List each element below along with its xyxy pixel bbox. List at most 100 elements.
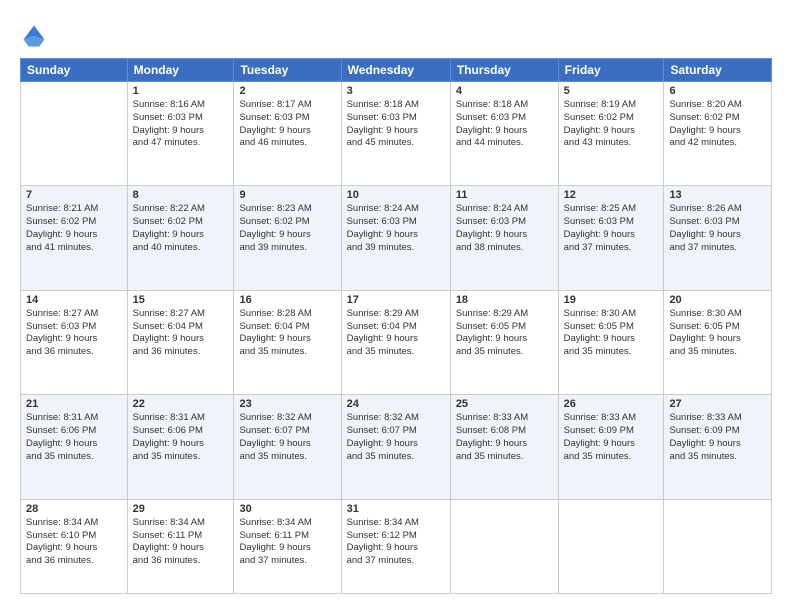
weekday-header-tuesday: Tuesday [234, 59, 341, 82]
cell-info: Sunrise: 8:32 AMSunset: 6:07 PMDaylight:… [239, 412, 335, 463]
day-number: 16 [239, 294, 335, 306]
day-number: 15 [133, 294, 229, 306]
cell-info: Sunrise: 8:33 AMSunset: 6:09 PMDaylight:… [564, 412, 659, 463]
day-number: 29 [133, 503, 229, 515]
day-number: 1 [133, 85, 229, 97]
calendar-cell: 14 Sunrise: 8:27 AMSunset: 6:03 PMDayligh… [21, 290, 128, 394]
day-number: 24 [347, 398, 445, 410]
calendar-cell: 21 Sunrise: 8:31 AMSunset: 6:06 PMDayligh… [21, 395, 128, 499]
day-number: 17 [347, 294, 445, 306]
day-number: 12 [564, 189, 659, 201]
cell-info: Sunrise: 8:31 AMSunset: 6:06 PMDaylight:… [133, 412, 229, 463]
calendar-cell: 11 Sunrise: 8:24 AMSunset: 6:03 PMDayligh… [450, 186, 558, 290]
day-number: 18 [456, 294, 553, 306]
weekday-header-wednesday: Wednesday [341, 59, 450, 82]
cell-info: Sunrise: 8:33 AMSunset: 6:09 PMDaylight:… [669, 412, 766, 463]
cell-info: Sunrise: 8:31 AMSunset: 6:06 PMDaylight:… [26, 412, 122, 463]
day-number: 10 [347, 189, 445, 201]
cell-info: Sunrise: 8:18 AMSunset: 6:03 PMDaylight:… [347, 99, 445, 150]
day-number: 7 [26, 189, 122, 201]
calendar-cell [558, 499, 664, 593]
calendar-cell: 5Sunrise: 8:19 AMSunset: 6:02 PMDaylight… [558, 82, 664, 186]
calendar-cell: 1 Sunrise: 8:16 AMSunset: 6:03 PMDaylight… [127, 82, 234, 186]
cell-info: Sunrise: 8:17 AMSunset: 6:03 PMDaylight:… [239, 99, 335, 150]
logo [20, 22, 52, 50]
calendar-page: SundayMondayTuesdayWednesdayThursdayFrid… [0, 0, 792, 612]
calendar-cell [21, 82, 128, 186]
calendar-cell: 17 Sunrise: 8:29 AMSunset: 6:04 PMDayligh… [341, 290, 450, 394]
calendar-cell: 18 Sunrise: 8:29 AMSunset: 6:05 PMDayligh… [450, 290, 558, 394]
cell-info: Sunrise: 8:20 AMSunset: 6:02 PMDaylight:… [669, 99, 766, 150]
day-number: 19 [564, 294, 659, 306]
calendar-cell: 7Sunrise: 8:21 AMSunset: 6:02 PMDaylight… [21, 186, 128, 290]
cell-info: Sunrise: 8:19 AMSunset: 6:02 PMDaylight:… [564, 99, 659, 150]
calendar-cell: 25 Sunrise: 8:33 AMSunset: 6:08 PMDayligh… [450, 395, 558, 499]
cell-info: Sunrise: 8:22 AMSunset: 6:02 PMDaylight:… [133, 203, 229, 254]
calendar-cell: 27 Sunrise: 8:33 AMSunset: 6:09 PMDayligh… [664, 395, 772, 499]
cell-info: Sunrise: 8:32 AMSunset: 6:07 PMDaylight:… [347, 412, 445, 463]
day-number: 9 [239, 189, 335, 201]
day-number: 22 [133, 398, 229, 410]
day-number: 14 [26, 294, 122, 306]
cell-info: Sunrise: 8:16 AMSunset: 6:03 PMDaylight:… [133, 99, 229, 150]
logo-icon [20, 22, 48, 50]
calendar-table: SundayMondayTuesdayWednesdayThursdayFrid… [20, 58, 772, 594]
cell-info: Sunrise: 8:29 AMSunset: 6:05 PMDaylight:… [456, 308, 553, 359]
calendar-cell: 8 Sunrise: 8:22 AMSunset: 6:02 PMDaylight… [127, 186, 234, 290]
cell-info: Sunrise: 8:29 AMSunset: 6:04 PMDaylight:… [347, 308, 445, 359]
day-number: 4 [456, 85, 553, 97]
calendar-cell: 9 Sunrise: 8:23 AMSunset: 6:02 PMDaylight… [234, 186, 341, 290]
cell-info: Sunrise: 8:24 AMSunset: 6:03 PMDaylight:… [456, 203, 553, 254]
cell-info: Sunrise: 8:33 AMSunset: 6:08 PMDaylight:… [456, 412, 553, 463]
cell-info: Sunrise: 8:30 AMSunset: 6:05 PMDaylight:… [669, 308, 766, 359]
day-number: 28 [26, 503, 122, 515]
cell-info: Sunrise: 8:34 AMSunset: 6:12 PMDaylight:… [347, 517, 445, 568]
calendar-cell [450, 499, 558, 593]
day-number: 6 [669, 85, 766, 97]
day-number: 25 [456, 398, 553, 410]
cell-info: Sunrise: 8:24 AMSunset: 6:03 PMDaylight:… [347, 203, 445, 254]
weekday-header-sunday: Sunday [21, 59, 128, 82]
day-number: 20 [669, 294, 766, 306]
day-number: 27 [669, 398, 766, 410]
day-number: 2 [239, 85, 335, 97]
calendar-cell: 15 Sunrise: 8:27 AMSunset: 6:04 PMDayligh… [127, 290, 234, 394]
cell-info: Sunrise: 8:34 AMSunset: 6:11 PMDaylight:… [239, 517, 335, 568]
day-number: 31 [347, 503, 445, 515]
day-number: 3 [347, 85, 445, 97]
day-number: 8 [133, 189, 229, 201]
weekday-header-friday: Friday [558, 59, 664, 82]
day-number: 13 [669, 189, 766, 201]
cell-info: Sunrise: 8:27 AMSunset: 6:04 PMDaylight:… [133, 308, 229, 359]
calendar-week-row: 1 Sunrise: 8:16 AMSunset: 6:03 PMDaylight… [21, 82, 772, 186]
cell-info: Sunrise: 8:26 AMSunset: 6:03 PMDaylight:… [669, 203, 766, 254]
day-number: 23 [239, 398, 335, 410]
calendar-cell: 30 Sunrise: 8:34 AMSunset: 6:11 PMDayligh… [234, 499, 341, 593]
day-number: 11 [456, 189, 553, 201]
calendar-cell: 24 Sunrise: 8:32 AMSunset: 6:07 PMDayligh… [341, 395, 450, 499]
calendar-cell: 2 Sunrise: 8:17 AMSunset: 6:03 PMDaylight… [234, 82, 341, 186]
weekday-header-thursday: Thursday [450, 59, 558, 82]
day-number: 21 [26, 398, 122, 410]
calendar-cell: 22 Sunrise: 8:31 AMSunset: 6:06 PMDayligh… [127, 395, 234, 499]
cell-info: Sunrise: 8:34 AMSunset: 6:11 PMDaylight:… [133, 517, 229, 568]
calendar-cell: 12Sunrise: 8:25 AMSunset: 6:03 PMDayligh… [558, 186, 664, 290]
calendar-week-row: 28Sunrise: 8:34 AMSunset: 6:10 PMDayligh… [21, 499, 772, 593]
cell-info: Sunrise: 8:18 AMSunset: 6:03 PMDaylight:… [456, 99, 553, 150]
calendar-cell: 31 Sunrise: 8:34 AMSunset: 6:12 PMDayligh… [341, 499, 450, 593]
calendar-cell: 10 Sunrise: 8:24 AMSunset: 6:03 PMDayligh… [341, 186, 450, 290]
calendar-week-row: 21 Sunrise: 8:31 AMSunset: 6:06 PMDayligh… [21, 395, 772, 499]
calendar-week-row: 14 Sunrise: 8:27 AMSunset: 6:03 PMDayligh… [21, 290, 772, 394]
calendar-cell: 6 Sunrise: 8:20 AMSunset: 6:02 PMDaylight… [664, 82, 772, 186]
calendar-cell: 16 Sunrise: 8:28 AMSunset: 6:04 PMDayligh… [234, 290, 341, 394]
cell-info: Sunrise: 8:28 AMSunset: 6:04 PMDaylight:… [239, 308, 335, 359]
calendar-cell: 3 Sunrise: 8:18 AMSunset: 6:03 PMDaylight… [341, 82, 450, 186]
cell-info: Sunrise: 8:23 AMSunset: 6:02 PMDaylight:… [239, 203, 335, 254]
calendar-cell: 26Sunrise: 8:33 AMSunset: 6:09 PMDayligh… [558, 395, 664, 499]
day-number: 30 [239, 503, 335, 515]
calendar-cell: 4 Sunrise: 8:18 AMSunset: 6:03 PMDaylight… [450, 82, 558, 186]
cell-info: Sunrise: 8:27 AMSunset: 6:03 PMDaylight:… [26, 308, 122, 359]
weekday-header-saturday: Saturday [664, 59, 772, 82]
calendar-cell: 29 Sunrise: 8:34 AMSunset: 6:11 PMDayligh… [127, 499, 234, 593]
calendar-week-row: 7Sunrise: 8:21 AMSunset: 6:02 PMDaylight… [21, 186, 772, 290]
